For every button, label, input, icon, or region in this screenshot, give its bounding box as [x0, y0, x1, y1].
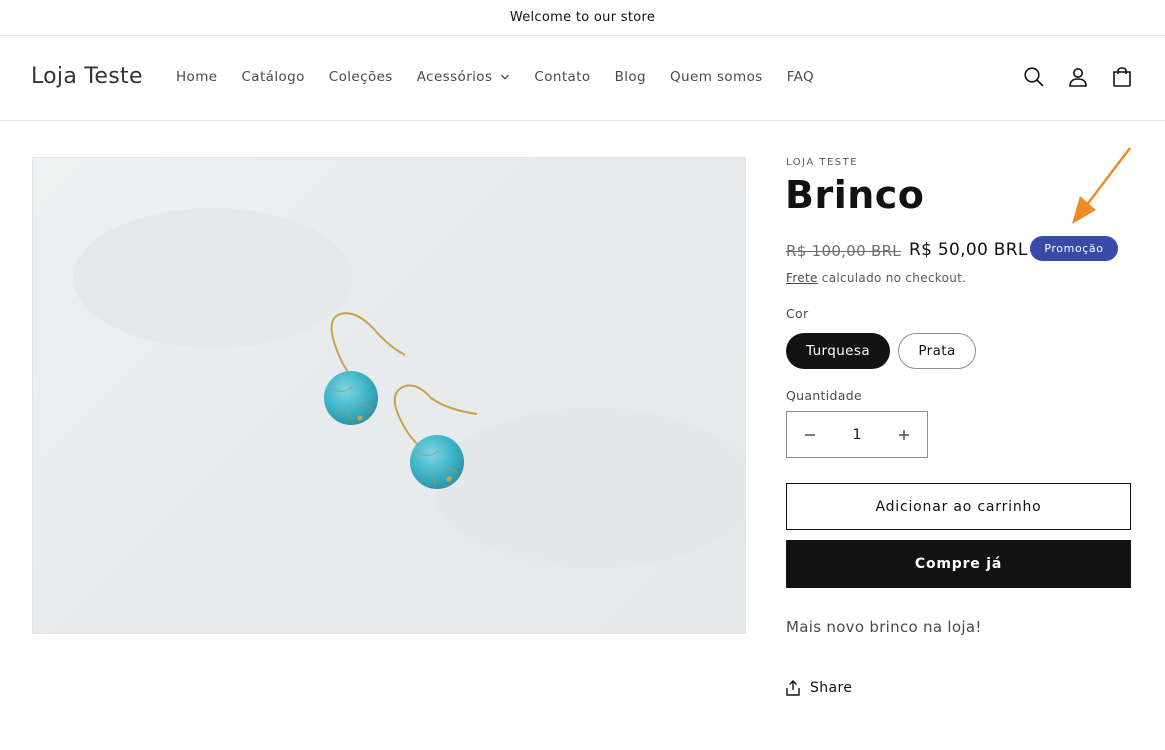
cart-icon[interactable]	[1111, 66, 1133, 88]
share-icon	[786, 680, 800, 696]
nav-item-colecoes[interactable]: Coleções	[329, 69, 393, 85]
shipping-note: Frete calculado no checkout.	[786, 271, 966, 285]
sale-price: R$ 50,00 BRL	[909, 240, 1028, 260]
product-description: Mais novo brinco na loja!	[786, 618, 982, 636]
color-label: Cor	[786, 306, 809, 321]
quantity-increase-button[interactable]	[881, 412, 927, 457]
product-title: Brinco	[785, 173, 925, 217]
minus-icon	[805, 433, 815, 436]
plus-icon	[898, 429, 909, 440]
quantity-stepper: 1	[786, 411, 928, 458]
sale-badge: Promoção	[1030, 236, 1118, 261]
main-nav: Home Catálogo Coleções Acessórios Contat…	[176, 69, 814, 85]
announcement-text: Welcome to our store	[509, 10, 656, 25]
search-icon[interactable]	[1023, 66, 1045, 88]
nav-item-blog[interactable]: Blog	[615, 69, 646, 85]
nav-item-acessorios-label: Acessórios	[416, 69, 493, 85]
quantity-decrease-button[interactable]	[787, 412, 833, 457]
share-label: Share	[810, 680, 853, 696]
nav-item-quem-somos[interactable]: Quem somos	[670, 69, 763, 85]
color-option-turquesa[interactable]: Turquesa	[786, 333, 890, 369]
color-option-prata[interactable]: Prata	[898, 333, 976, 369]
product-vendor: LOJA TESTE	[786, 157, 859, 168]
nav-item-faq[interactable]: FAQ	[787, 69, 814, 85]
annotation-arrow-icon	[1072, 147, 1131, 224]
chevron-down-icon	[501, 74, 510, 80]
shipping-link[interactable]: Frete	[786, 271, 818, 285]
nav-item-catalogo[interactable]: Catálogo	[241, 69, 304, 85]
site-header: Loja Teste Home Catálogo Coleções Acessó…	[0, 36, 1165, 121]
shipping-text: calculado no checkout.	[821, 271, 967, 285]
account-icon[interactable]	[1067, 66, 1089, 88]
quantity-label: Quantidade	[786, 388, 862, 403]
nav-item-contato[interactable]: Contato	[534, 69, 590, 85]
product-image[interactable]	[32, 157, 746, 634]
header-icons	[1023, 66, 1133, 88]
nav-item-home[interactable]: Home	[176, 69, 217, 85]
buy-now-button[interactable]: Compre já	[786, 540, 1131, 588]
regular-price: R$ 100,00 BRL	[786, 242, 901, 260]
share-button[interactable]: Share	[786, 680, 852, 696]
nav-item-acessorios[interactable]: Acessórios	[417, 69, 511, 85]
announcement-bar: Welcome to our store	[0, 0, 1165, 36]
earrings-illustration	[73, 208, 745, 633]
add-to-cart-button[interactable]: Adicionar ao carrinho	[786, 483, 1131, 530]
store-logo[interactable]: Loja Teste	[31, 64, 143, 89]
quantity-input[interactable]: 1	[853, 427, 862, 443]
